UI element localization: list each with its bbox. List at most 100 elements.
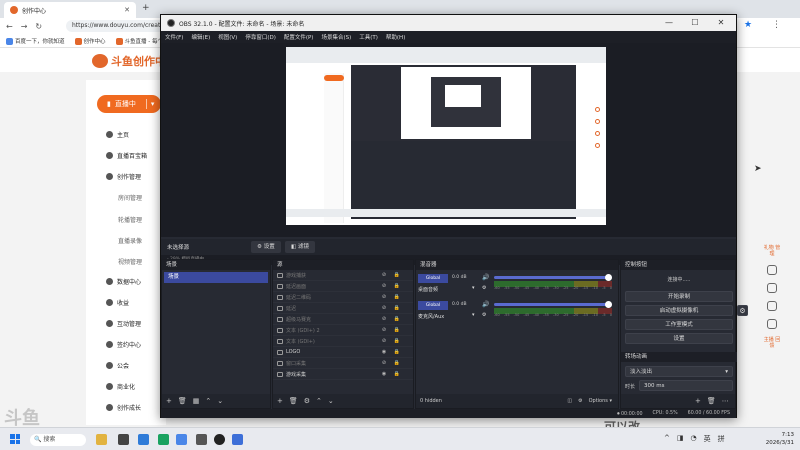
scene-item[interactable]: 场景 [164,272,268,283]
mixer-options-button[interactable]: Options ▾ [589,398,612,404]
close-tab-icon[interactable]: ✕ [124,6,130,14]
sidebar-item[interactable]: 数据中心 [106,277,141,286]
volume-knob[interactable] [605,274,612,281]
taskbar-clock[interactable]: 7:13 2026/3/31 [760,431,794,447]
taskbar-app-icon[interactable] [196,434,207,445]
sidebar-item[interactable]: 直播百宝箱 [106,151,147,160]
sidebar-item[interactable]: 视频管理 [118,257,142,266]
eye-hidden-icon[interactable]: ⊘ [380,360,388,366]
tray-app-icon[interactable]: ◨ [677,434,684,444]
volume-meter[interactable]: -60 -55 -50 -45 -40 -35 -30 -25 -20 -15 -10 -5 0 [494,301,612,323]
source-row[interactable]: 文本 (GDI+) 2 ⊘ 🔒 [273,325,413,336]
transition-select[interactable]: 淡入淡出 ▾ [625,366,733,377]
sidebar-item[interactable]: 主页 [106,130,129,139]
start-recording-button[interactable]: 开始录制 [625,291,733,302]
eye-hidden-icon[interactable]: ⊘ [380,294,388,300]
menu-item[interactable]: 工具(T) [359,33,378,41]
delete-scene-icon[interactable]: 🗑 [178,397,187,405]
channel-menu-icon[interactable]: ▾ [472,285,475,291]
delete-transition-icon[interactable]: 🗑 [707,397,716,405]
add-scene-icon[interactable]: + [166,397,172,405]
file-explorer-icon[interactable] [96,434,107,445]
volume-slider[interactable] [494,274,612,281]
speaker-icon[interactable]: 🔊 [482,301,489,308]
advanced-audio-icon[interactable]: ◫ [567,398,572,404]
taskbar-app-icon[interactable] [232,434,243,445]
windows-start-icon[interactable] [10,434,20,444]
menu-item[interactable]: 配置文件(P) [284,33,314,41]
eye-hidden-icon[interactable]: ⊘ [380,327,388,333]
source-row[interactable]: 窗口采集 ⊘ 🔒 [273,358,413,369]
maximize-icon[interactable]: ☐ [682,15,708,31]
source-properties-icon[interactable]: ⚙ [304,397,310,405]
edge-icon[interactable] [138,434,149,445]
volume-meter[interactable]: -60 -55 -50 -45 -40 -35 -30 -25 -20 -15 -10 -5 0 [494,274,612,296]
audio-settings-icon[interactable]: ⚙ [578,398,582,404]
channel-menu-icon[interactable]: ▾ [472,312,475,318]
menu-item[interactable]: 场景集合(S) [321,33,351,41]
source-row[interactable]: 延迟 ⊘ 🔒 [273,303,413,314]
volume-slider[interactable] [494,301,612,308]
chrome-icon[interactable] [158,434,169,445]
forward-icon[interactable]: → [21,22,28,31]
lock-icon[interactable]: 🔒 [393,338,401,344]
ime-lang[interactable]: 英 [704,434,711,444]
properties-button[interactable]: ⚙ 设置 [251,241,281,253]
move-up-icon[interactable]: ⌃ [205,397,211,405]
lock-icon[interactable]: 🔒 [393,371,401,377]
source-row[interactable]: 延迟二维码 ⊘ 🔒 [273,292,413,303]
source-row[interactable]: 文本 (GDI+) ⊘ 🔒 [273,336,413,347]
sidebar-item[interactable]: 收益 [106,298,129,307]
browser-menu-icon[interactable]: ⋮ [772,20,781,30]
source-row[interactable]: 超级马赛克 ⊘ 🔒 [273,314,413,325]
lock-icon[interactable]: 🔒 [393,305,401,311]
sidebar-item[interactable]: 互动管理 [106,319,141,328]
sidebar-item[interactable]: 公会 [106,361,129,370]
eye-hidden-icon[interactable]: ⊘ [380,338,388,344]
reload-icon[interactable]: ↻ [35,22,42,31]
lock-icon[interactable]: 🔒 [393,327,401,333]
menu-item[interactable]: 编辑(E) [191,33,210,41]
transition-menu-icon[interactable]: ⋯ [722,397,729,405]
new-tab-icon[interactable]: + [142,3,150,13]
monitor-icon[interactable] [767,319,777,329]
duration-input[interactable]: 300 ms [639,380,733,391]
menu-item[interactable]: 停靠窗口(D) [245,33,276,41]
preview-area[interactable]: - 29% 模拟直播中 [161,43,736,265]
network-icon[interactable]: ◔ [691,434,697,444]
eye-icon[interactable]: ◉ [380,349,388,355]
stream-preview[interactable] [286,47,606,225]
speaker-icon[interactable]: 🔊 [482,274,489,281]
sidebar-item[interactable]: 签约中心 [106,340,141,349]
lock-icon[interactable]: 🔒 [393,360,401,366]
eye-hidden-icon[interactable]: ⊘ [380,316,388,322]
move-down-icon[interactable]: ⌄ [328,397,334,405]
source-row[interactable]: 游戏采集 ◉ 🔒 [273,369,413,380]
video-icon[interactable] [767,265,777,275]
sidebar-item[interactable]: 商业化 [106,382,135,391]
source-row[interactable]: 延迟画面 ⊘ 🔒 [273,281,413,292]
back-icon[interactable]: ← [6,22,13,31]
lock-icon[interactable]: 🔒 [393,294,401,300]
sidebar-item[interactable]: 房间管理 [118,193,142,202]
streamer-feedback-link[interactable]: 主播 回馈 [762,337,782,349]
settings-button[interactable]: 设置 [625,333,733,344]
add-source-icon[interactable]: + [277,397,283,405]
taskbar-search[interactable]: 🔍 搜索 [30,434,86,446]
source-row[interactable]: LOGO ◉ 🔒 [273,347,413,358]
mail-icon[interactable] [176,434,187,445]
menu-item[interactable]: 视图(V) [218,33,237,41]
start-virtual-camera-button[interactable]: 启动虚拟摄像机 [625,305,733,316]
lock-icon[interactable]: 🔒 [393,316,401,322]
menu-item[interactable]: 文件(F) [165,33,183,41]
delete-source-icon[interactable]: 🗑 [289,397,298,405]
add-transition-icon[interactable]: + [695,397,701,405]
eye-hidden-icon[interactable]: ⊘ [380,283,388,289]
sidebar-item[interactable]: 创作管理 [106,172,141,181]
menu-item[interactable]: 帮助(H) [386,33,405,41]
volume-knob[interactable] [605,301,612,308]
source-row[interactable]: 游戏捕获 ⊘ 🔒 [273,270,413,281]
lock-icon[interactable]: 🔒 [393,283,401,289]
browser-tab[interactable]: 创作中心 ✕ [4,2,136,18]
sidebar-item[interactable]: 创作成长 [106,403,141,412]
